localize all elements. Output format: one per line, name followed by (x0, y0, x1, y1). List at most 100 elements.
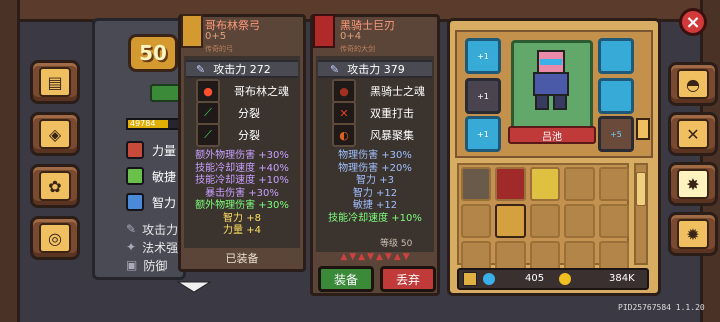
slot-ring[interactable]: +1 (465, 78, 501, 114)
slot-helmet[interactable] (598, 38, 634, 74)
compare-bonus-list: 物理伤害 +30% 物理伤害 +20% 智力 +3 智力 +12 敏捷 +12 … (316, 150, 434, 225)
menu-button-weapons[interactable]: ✕ (668, 112, 718, 156)
helmet-icon: ◓ (677, 69, 709, 99)
bonus-line: 技能冷却速度 +10% (328, 212, 422, 224)
strength-icon (126, 141, 144, 159)
tab-handle[interactable] (636, 118, 650, 140)
equipped-status: 已装备 (225, 252, 259, 265)
sub-stat-label: 法术强 (142, 240, 179, 255)
equipped-attack-text: 攻击力 272 (213, 63, 271, 76)
stat-list: 力量 敏捷 智力 (126, 140, 186, 212)
inventory-slots (461, 167, 630, 275)
equipped-skill-list: ● 哥布林之魂 ⟋ 分裂 ⟋ 分裂 (196, 79, 296, 147)
compare-skill-list: ● 黑骑士之魂 ✕ 双重打击 ◐ 风暴聚集 (332, 79, 432, 147)
menu-button-helmet[interactable]: ◓ (668, 62, 718, 106)
inventory-slot[interactable] (598, 204, 630, 238)
stat-row-intelligence: 智力 (126, 192, 186, 212)
compare-attack-text: 攻击力 379 (347, 63, 405, 76)
bonus-line: 技能冷却速度 +40% (195, 162, 289, 174)
hero-sprite-icon (533, 50, 569, 110)
intelligence-icon (126, 193, 144, 211)
stat-label: 力量 (152, 143, 177, 158)
menu-button-pets[interactable]: ✿ (30, 164, 80, 208)
menu-button-settings[interactable]: ✹ (668, 212, 718, 256)
menu-button-book[interactable]: ▤ (30, 60, 80, 104)
skill-name: 双重打击 (370, 107, 414, 120)
scroll-down-icon[interactable] (176, 280, 212, 294)
inventory-scroll-thumb[interactable] (636, 172, 646, 206)
character-name: 吕池 (508, 126, 596, 144)
sword-icon: ✎ (126, 222, 137, 236)
equip-button[interactable]: 装备 (318, 266, 374, 292)
inventory-slot[interactable] (461, 204, 492, 238)
gold-count: 384K (609, 273, 635, 284)
sparkle-icon: ✸ (677, 169, 709, 199)
equipped-item-grade: 传奇的弓 (205, 45, 233, 53)
gem-count: 405 (525, 273, 545, 284)
lock-icon[interactable] (463, 272, 477, 286)
inventory-slot-selected[interactable] (495, 204, 526, 238)
stat-row-agility: 敏捷 (126, 166, 186, 186)
paw-icon: ✿ (39, 171, 71, 201)
build-id: PID25767584 1.1.20 (618, 303, 705, 312)
currency-bar: 405 384K (457, 268, 649, 290)
close-button[interactable]: × (679, 8, 707, 36)
inventory-slot[interactable] (598, 167, 630, 201)
equipped-item-plus: 0+5 (205, 31, 227, 42)
slot-gloves[interactable]: +1 (465, 116, 501, 152)
stat-label: 敏捷 (152, 169, 177, 184)
right-frame (700, 0, 720, 322)
menu-button-skills[interactable]: ✸ (668, 162, 718, 206)
knight-soul-icon: ● (332, 79, 356, 103)
split-icon: ⟋ (196, 101, 220, 125)
sub-stat-list: ✎ 攻击力 ✦ 法术强 ▣ 防御 (126, 220, 186, 274)
stat-row-strength: 力量 (126, 140, 186, 160)
compare-level-text: 等级 50 (380, 239, 413, 249)
wheel-icon: ◎ (39, 223, 71, 253)
inventory-slot[interactable] (529, 167, 561, 201)
character-portrait (511, 40, 593, 140)
inventory-slot[interactable] (564, 167, 595, 201)
compare-item-grade: 传奇的大剑 (340, 45, 375, 53)
gem-icon (483, 273, 495, 285)
slot-armor[interactable] (598, 78, 634, 114)
bonus-line: 额外物理伤害 +30% (195, 150, 289, 161)
book-icon: ▤ (39, 67, 71, 97)
agility-icon (126, 167, 144, 185)
bonus-line: 智力 +3 (356, 175, 394, 186)
slot-weapon[interactable]: +5 (598, 116, 634, 152)
gold-coin-icon (559, 273, 571, 285)
wand-icon: ✦ (126, 240, 137, 254)
compare-item-plus: 0+4 (340, 31, 362, 42)
map-icon: ◈ (39, 119, 71, 149)
slot-necklace[interactable]: +1 (465, 38, 501, 74)
bonus-line: 物理伤害 +20% (338, 162, 412, 174)
discard-button[interactable]: 丢弃 (380, 266, 436, 292)
sword-icon: ✎ (330, 62, 340, 76)
bonus-line: 额外物理伤害 +30% (195, 200, 289, 211)
gear-icon: ✹ (677, 219, 709, 249)
inventory-slot[interactable] (564, 204, 595, 238)
skill-name: 黑骑士之魂 (370, 85, 425, 98)
storm-icon: ◐ (332, 123, 356, 147)
sword-icon: ✎ (196, 62, 206, 76)
bonus-line: 力量 +4 (223, 225, 261, 236)
skill-row: ⟋ 分裂 (196, 123, 296, 147)
skill-row: ✕ 双重打击 (332, 101, 432, 125)
inventory-slot[interactable] (495, 167, 526, 201)
fire-icon: ● (196, 79, 220, 103)
slot-plus: +1 (477, 91, 489, 101)
inventory-slot[interactable] (461, 167, 492, 201)
menu-button-mount[interactable]: ◎ (30, 216, 80, 260)
skill-row: ◐ 风暴聚集 (332, 123, 432, 147)
slot-plus: +5 (610, 129, 622, 139)
split-icon: ⟋ (196, 123, 220, 147)
menu-button-map[interactable]: ◈ (30, 112, 80, 156)
greatsword-icon (313, 14, 335, 48)
sub-stat-label: 防御 (143, 258, 168, 273)
skill-row: ● 哥布林之魂 (196, 79, 296, 103)
skill-name: 哥布林之魂 (234, 85, 289, 98)
stat-label: 智力 (152, 195, 177, 210)
double-strike-icon: ✕ (332, 101, 356, 125)
inventory-slot[interactable] (529, 204, 561, 238)
